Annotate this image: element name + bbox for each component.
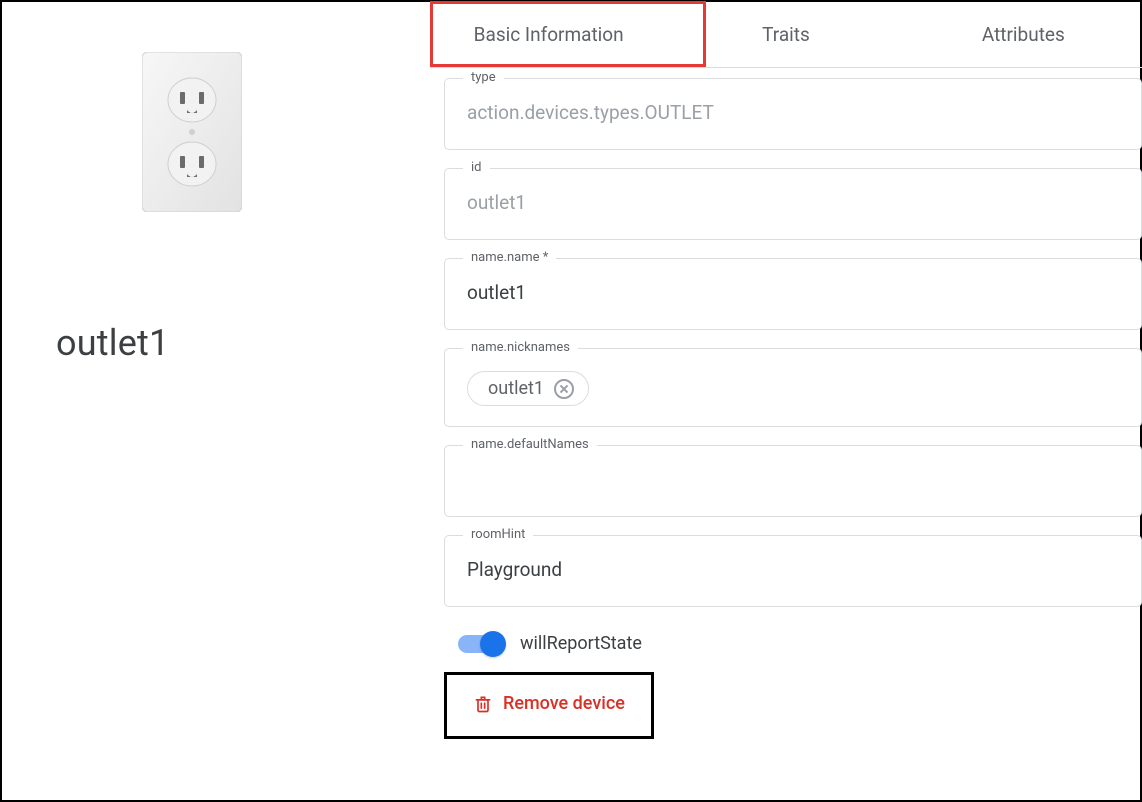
tab-label: Traits — [762, 23, 810, 46]
device-detail-panel: Basic Information Traits Attributes type… — [430, 2, 1140, 800]
toggle-willreportstate-row: willReportState — [444, 625, 1140, 672]
field-label: name.name * — [463, 250, 556, 265]
remove-device-label: Remove device — [503, 693, 625, 714]
name-name-input[interactable] — [467, 281, 1119, 304]
device-image-outlet — [142, 52, 242, 212]
field-value: outlet1 — [467, 191, 1119, 214]
field-id[interactable]: id outlet1 — [444, 168, 1142, 240]
trash-icon — [473, 694, 493, 714]
field-name-nicknames[interactable]: name.nicknames outlet1 — [444, 348, 1142, 427]
tab-label: Basic Information — [474, 23, 624, 46]
remove-chip-icon[interactable] — [554, 379, 574, 399]
highlight-box-remove: Remove device — [444, 672, 654, 739]
nickname-chip-label: outlet1 — [488, 378, 544, 399]
field-label: type — [463, 70, 504, 85]
toggle-willreportstate[interactable] — [458, 635, 502, 653]
tabs-bar: Basic Information Traits Attributes — [430, 2, 1142, 68]
tab-attributes[interactable]: Attributes — [905, 2, 1142, 67]
field-name-defaultnames[interactable]: name.defaultNames — [444, 445, 1142, 517]
field-roomhint[interactable]: roomHint — [444, 535, 1142, 607]
nickname-chip[interactable]: outlet1 — [467, 371, 589, 406]
field-label: roomHint — [463, 527, 533, 542]
tab-basic-information[interactable]: Basic Information — [430, 2, 667, 67]
tab-traits[interactable]: Traits — [667, 2, 904, 67]
field-label: name.nicknames — [463, 340, 578, 355]
field-label: name.defaultNames — [463, 437, 597, 452]
remove-device-button[interactable]: Remove device — [473, 693, 625, 714]
toggle-label: willReportState — [520, 633, 642, 654]
roomhint-input[interactable] — [467, 558, 1119, 581]
field-type[interactable]: type action.devices.types.OUTLET — [444, 78, 1142, 150]
field-label: id — [463, 160, 490, 175]
field-value: action.devices.types.OUTLET — [467, 101, 1119, 124]
tab-label: Attributes — [982, 23, 1065, 46]
form-fields: type action.devices.types.OUTLET id outl… — [430, 68, 1140, 739]
device-sidebar: outlet1 — [2, 2, 422, 800]
field-name-name[interactable]: name.name * — [444, 258, 1142, 330]
device-title: outlet1 — [56, 322, 372, 364]
